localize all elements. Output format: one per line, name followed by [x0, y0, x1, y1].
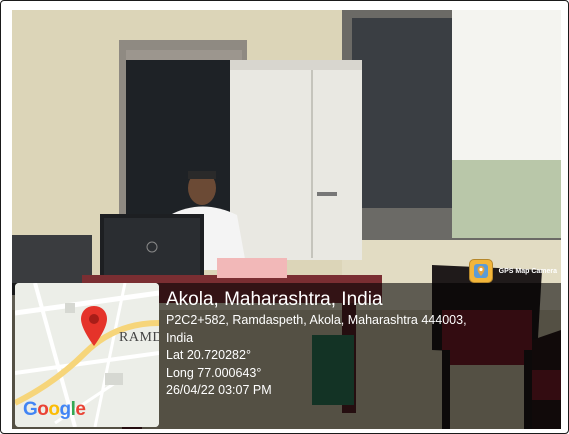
- location-pin-icon: [81, 306, 107, 346]
- place-name: Akola, Maharashtra, India: [166, 289, 383, 310]
- address-line: P2C2+582, Ramdaspeth, Akola, Maharashtra…: [166, 313, 467, 327]
- map-pin-app-icon: [468, 259, 493, 283]
- photo-frame: GPS Map Camera RAMD Google Akola, Mahara…: [0, 0, 569, 434]
- location-info: Akola, Maharashtra, India P2C2+582, Ramd…: [166, 288, 556, 400]
- map-area-label: RAMD: [119, 330, 159, 345]
- office-photo: GPS Map Camera RAMD Google Akola, Mahara…: [12, 10, 561, 429]
- location-map: RAMD Google: [15, 283, 159, 427]
- gps-map-camera-badge: GPS Map Camera: [468, 259, 557, 283]
- timestamp: 26/04/22 03:07 PM: [166, 383, 272, 397]
- address-country: India: [166, 330, 194, 345]
- badge-label: GPS Map Camera: [498, 267, 557, 275]
- location-overlay: RAMD Google Akola, Maharashtra, India P2…: [12, 283, 561, 429]
- google-logo: Google: [23, 399, 86, 420]
- longitude: Long 77.000643°: [166, 365, 262, 380]
- latitude: Lat 20.720282°: [166, 348, 251, 362]
